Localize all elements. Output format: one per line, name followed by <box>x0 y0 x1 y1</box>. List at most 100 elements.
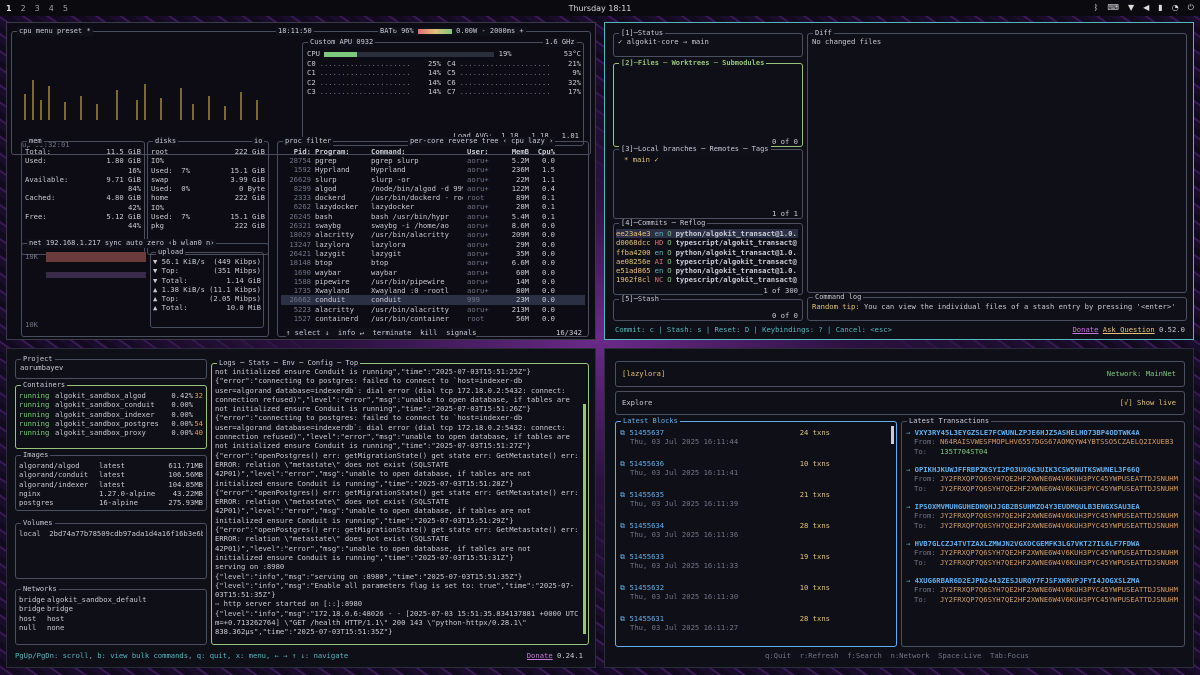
menu-button[interactable]: menu <box>36 27 53 35</box>
latest-blocks-panel[interactable]: Latest Blocks ⧉ 51455637 24 txns Thu, 03 J… <box>615 417 897 647</box>
keyboard-icon[interactable]: ⌨ <box>1107 3 1119 13</box>
proc-header-cell[interactable]: MemB <box>497 147 529 156</box>
zero-toggle[interactable]: zero <box>147 239 164 247</box>
process-row[interactable]: 28754 pgrep pgrep slurp aoru+ 5.2M 0.0 <box>281 156 585 165</box>
lazylora-window[interactable]: [lazylora] Network: MainNet Explore [√] … <box>604 348 1194 668</box>
image-row[interactable]: algorand/algod latest 611.71MB <box>19 461 203 470</box>
commit-row[interactable]: ae08256e AI Otypescript/algokit_transact@ <box>616 257 798 266</box>
interface-selector[interactable]: ‹b wlan0 n› <box>168 239 214 247</box>
image-row[interactable]: nginx 1.27.0-alpine 43.22MB <box>19 489 203 498</box>
container-row[interactable]: running algokit_sandbox_postgres 0.00% 54 <box>19 419 203 428</box>
branch-item[interactable]: * main ✓ <box>624 155 659 164</box>
image-row[interactable]: postgres 16-alpine 275.93MB <box>19 498 203 507</box>
volume-icon[interactable]: ◀ <box>1143 3 1149 13</box>
networks-panel[interactable]: Networks bridge algokit_sandbox_default br… <box>15 585 207 645</box>
workspace-3[interactable]: 3 <box>35 4 40 13</box>
transaction-item[interactable]: → HVB7GLCZJ4TVTZAXLZMWJN2VGXOCGEMFK3LG7V… <box>906 539 1182 576</box>
transaction-item[interactable]: → OPIKHJKUWJFFRBPZKSYI2PO3UXQG3UIK3CSW5N… <box>906 465 1182 502</box>
interval-control[interactable]: - 2000ms + <box>481 27 523 35</box>
commit-row[interactable]: ffba4200 en Opython/algokit_transact@1.0. <box>616 248 798 257</box>
block-item[interactable]: ⧉ 51455637 24 txns Thu, 03 Jul 2025 16:11:… <box>620 428 890 459</box>
process-row[interactable]: 8299 algod/node/bin/algod -d 999 aoru+ 122M… <box>281 184 585 193</box>
block-item[interactable]: ⧉ 51455631 28 txns Thu, 03 Jul 2025 16:11:… <box>620 614 890 645</box>
block-item[interactable]: ⧉ 51455633 19 txns Thu, 03 Jul 2025 16:11:… <box>620 552 890 583</box>
commit-row[interactable]: d0068dcc HD Otypescript/algokit_transact@ <box>616 238 798 247</box>
process-row[interactable]: 1592 Hyprland Hyprland aoru+ 236M 1.5 <box>281 165 585 174</box>
images-panel[interactable]: Images algorand/algod latest 611.71MB algor… <box>15 451 207 511</box>
lazygit-window[interactable]: [1]─Status ✓ algokit-core → main [2]─Fil… <box>604 22 1194 340</box>
power-icon[interactable]: ⏻ <box>1188 3 1194 13</box>
process-row[interactable]: 1690 waybar waybar aoru+ 60M 0.0 <box>281 268 585 277</box>
network-row[interactable]: host host <box>19 614 203 623</box>
process-row[interactable]: 26662 conduit conduit 999 23M 0.0 <box>281 295 585 305</box>
battery-icon[interactable]: ▮ <box>1158 3 1162 13</box>
ask-question-link[interactable]: Ask Question <box>1103 325 1155 334</box>
sync-toggle[interactable]: sync <box>105 239 122 247</box>
preset-button[interactable]: preset * <box>57 27 91 35</box>
wifi-icon[interactable]: ▼ <box>1128 3 1134 13</box>
image-row[interactable]: algorand/conduit latest 106.56MB <box>19 470 203 479</box>
process-row[interactable]: 2333 dockerd/usr/bin/dockerd - root root 89… <box>281 193 585 202</box>
process-row[interactable]: 1735 Xwayland Xwayland :0 -rootl aoru+ 80M 0.… <box>281 286 585 295</box>
transaction-item[interactable]: → IPSOXMVMUHGUHEDHQHJJGB2BSUHMZO4Y3EUDMQ… <box>906 502 1182 539</box>
block-item[interactable]: ⧉ 51455635 21 txns Thu, 03 Jul 2025 16:11:… <box>620 490 890 521</box>
process-row[interactable]: 18148 btop btop aoru+ 6.6M 0.0 <box>281 258 585 267</box>
workspace-2[interactable]: 2 <box>21 4 26 13</box>
proc-header-cell[interactable]: Pid: <box>281 147 311 156</box>
network-row[interactable]: bridge bridge <box>19 604 203 613</box>
containers-panel[interactable]: Containers running algokit_sandbox_algod 0… <box>15 381 207 449</box>
process-row[interactable]: 5223 alacritty/usr/bin/alacritty aoru+ 213M… <box>281 305 585 314</box>
block-item[interactable]: ⧉ 51455636 10 txns Thu, 03 Jul 2025 16:11:… <box>620 459 890 490</box>
auto-toggle[interactable]: auto <box>126 239 143 247</box>
container-row[interactable]: running algokit_sandbox_conduit 0.00% <box>19 400 203 409</box>
commits-panel[interactable]: [4]─Commits ─ Reflog ee23a4e3 en Opython/a… <box>613 219 803 295</box>
logs-scrollbar[interactable] <box>583 404 586 634</box>
project-panel[interactable]: Project aorumbayev <box>15 355 207 379</box>
transaction-item[interactable]: → VXY3RY45L3EYGZSLE7FCWUNLZPJE6HJZ5ASHEL… <box>906 428 1182 465</box>
proc-options[interactable]: per-core reverse tree ‹ cpu lazy › <box>408 137 556 146</box>
proc-header-cell[interactable]: Cpu% <box>529 147 555 156</box>
network-selector[interactable]: Network: MainNet <box>1107 369 1176 378</box>
container-row[interactable]: running algokit_sandbox_algod 0.42% 32 <box>19 391 203 400</box>
process-row[interactable]: 6262 lazydocker lazydocker aoru+ 28M 0.1 <box>281 202 585 211</box>
process-row[interactable]: 26421 lazygit lazygit aoru+ 35M 0.0 <box>281 249 585 258</box>
process-row[interactable]: 26245 bash bash /usr/bin/hypr aoru+ 5.4M 0.1 <box>281 212 585 221</box>
io-toggle[interactable]: io <box>252 137 265 146</box>
filter-button[interactable]: filter <box>306 137 331 145</box>
status-panel[interactable]: [1]─Status ✓ algokit-core → main <box>613 29 803 57</box>
volume-item[interactable]: local 2bd74a77b78509cdb97ada1d4a16f16b3e… <box>19 529 203 538</box>
block-item[interactable]: ⧉ 51455632 10 txns Thu, 03 Jul 2025 16:11:… <box>620 583 890 614</box>
process-row[interactable]: 1588 pipewire/usr/bin/pipewire aoru+ 14M 0.0 <box>281 277 585 286</box>
proc-header-cell[interactable]: Program: <box>311 147 367 156</box>
process-row[interactable]: 18029 alacritty/usr/bin/alacritty aoru+ 209… <box>281 230 585 239</box>
donate-link[interactable]: Donate <box>1072 325 1098 334</box>
latest-transactions-panel[interactable]: Latest Transactions → VXY3RY45L3EYGZSLE7… <box>901 417 1185 647</box>
commit-row[interactable]: e51ad865 en Opython/algokit_transact@1.0. <box>616 266 798 275</box>
lazydocker-window[interactable]: Project aorumbayev Containers running alg… <box>6 348 596 668</box>
lazydocker-donate-link[interactable]: Donate <box>527 651 553 660</box>
block-item[interactable]: ⧉ 51455634 28 txns Thu, 03 Jul 2025 16:11:… <box>620 521 890 552</box>
process-row[interactable]: 26629 slurp slurp -or aoru+ 22M 1.1 <box>281 175 585 184</box>
network-row[interactable]: bridge algokit_sandbox_default <box>19 595 203 604</box>
process-row[interactable]: 26321 swaybg swaybg -i /home/ao aoru+ 8.6M 0.… <box>281 221 585 230</box>
workspace-5[interactable]: 5 <box>63 4 68 13</box>
diff-panel[interactable]: Diff No changed files <box>807 29 1187 293</box>
stash-panel[interactable]: [5]─Stash 0 of 0 <box>613 295 803 321</box>
btop-window[interactable]: cpu menu preset * 18:11:50 BAT↻ 96% 0.00… <box>6 22 596 340</box>
network-row[interactable]: null none <box>19 623 203 632</box>
process-row[interactable]: 13247 lazylora lazylora aoru+ 29M 0.0 <box>281 240 585 249</box>
container-row[interactable]: running algokit_sandbox_proxy 0.00% 40 <box>19 428 203 437</box>
proc-header-cell[interactable]: User: <box>463 147 497 156</box>
proc-header-cell[interactable]: Command: <box>367 147 463 156</box>
proc-footer[interactable]: ↑ select ↓ info ↵ terminate kill signals <box>286 328 477 338</box>
process-row[interactable]: 1527 containerd/usr/bin/container root 56M 0… <box>281 314 585 323</box>
notification-icon[interactable]: ◔ <box>1172 3 1179 13</box>
workspace-4[interactable]: 4 <box>49 4 54 13</box>
files-panel[interactable]: [2]─Files ─ Worktrees ─ Submodules 0 of … <box>613 59 803 147</box>
branches-panel[interactable]: [3]─Local branches ─ Remotes ─ Tags * ma… <box>613 145 803 219</box>
show-live-toggle[interactable]: [√] Show live <box>1120 398 1176 407</box>
workspace-1[interactable]: 1 <box>6 4 12 13</box>
volumes-panel[interactable]: Volumes local 2bd74a77b78509cdb97ada1d4a… <box>15 519 207 579</box>
logs-panel[interactable]: Logs ─ Stats ─ Env ─ Config ─ Top not in… <box>211 359 589 645</box>
image-row[interactable]: algorand/indexer latest 104.85MB <box>19 480 203 489</box>
